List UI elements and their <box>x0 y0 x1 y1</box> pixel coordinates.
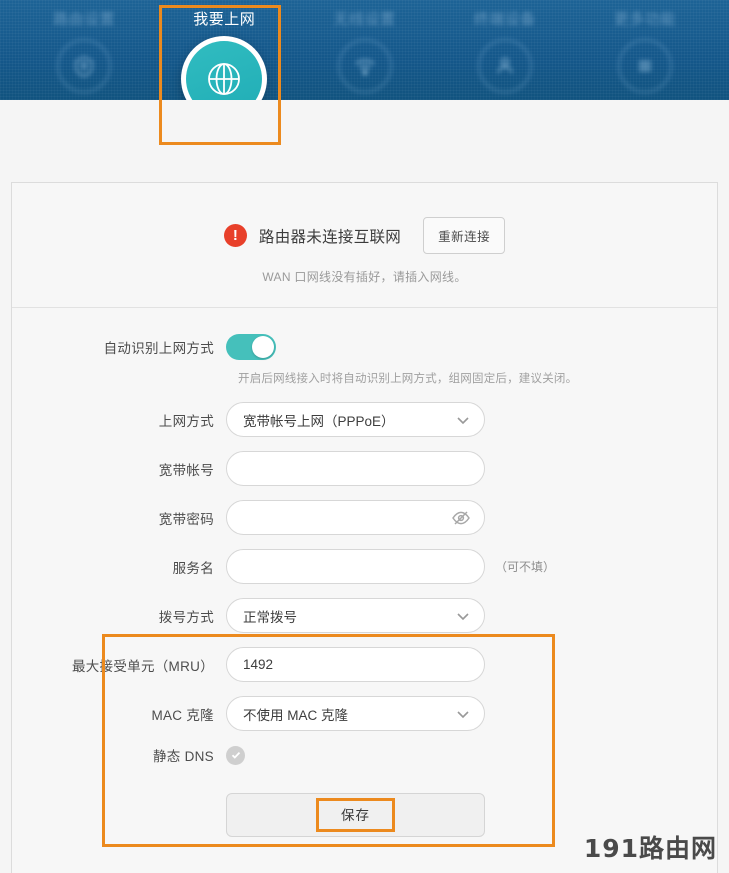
nav-icon-wrap <box>338 39 392 93</box>
service-name-input[interactable] <box>226 549 485 584</box>
nav-item-wireless-settings[interactable]: 无线设置 <box>294 0 434 93</box>
mac-clone-select[interactable]: 不使用 MAC 克隆 <box>226 696 485 731</box>
hint-spacer <box>12 370 238 386</box>
top-navigation-bar: 路由设置 我要上网 <box>0 0 729 100</box>
service-name-label: 服务名 <box>12 557 226 577</box>
chevron-down-icon <box>456 609 470 623</box>
broadband-account-input[interactable] <box>226 451 485 486</box>
mru-label: 最大接受单元（MRU） <box>12 655 226 675</box>
chevron-down-icon <box>456 707 470 721</box>
wan-type-control: 宽带帐号上网（PPPoE） <box>226 402 485 437</box>
save-spacer <box>12 793 226 837</box>
site-watermark: 191路由网 <box>584 829 717 865</box>
chevron-down-icon <box>456 413 470 427</box>
form-row-service-name: 服务名 （可不填） <box>12 549 717 584</box>
save-button[interactable]: 保存 <box>226 793 485 837</box>
nav-item-router-settings[interactable]: 路由设置 <box>14 0 154 93</box>
shield-lock-icon <box>57 39 111 93</box>
mru-control <box>226 647 485 682</box>
auto-detect-hint-row: 开启后网线接入时将自动识别上网方式，组网固定后，建议关闭。 <box>12 370 717 386</box>
mac-clone-label: MAC 克隆 <box>12 704 226 724</box>
eye-off-icon[interactable] <box>451 508 471 528</box>
nav-item-label: 无线设置 <box>334 11 396 29</box>
form-row-dial-mode: 拨号方式 正常拨号 <box>12 598 717 633</box>
wifi-icon <box>338 39 392 93</box>
form-row-wan-type: 上网方式 宽带帐号上网（PPPoE） <box>12 402 717 437</box>
wan-type-select[interactable]: 宽带帐号上网（PPPoE） <box>226 402 485 437</box>
static-dns-label: 静态 DNS <box>12 745 226 765</box>
auto-detect-control <box>226 334 276 360</box>
mru-input[interactable] <box>226 647 485 682</box>
connection-status-subtitle: WAN 口网线没有插好，请插入网线。 <box>12 268 717 285</box>
active-nav-icon-ring <box>181 36 267 100</box>
nav-icon-wrap <box>478 39 532 93</box>
wan-type-label: 上网方式 <box>12 410 226 430</box>
dial-mode-select[interactable]: 正常拨号 <box>226 598 485 633</box>
nav-item-internet-setup[interactable]: 我要上网 <box>154 0 294 29</box>
nav-icon-wrap <box>618 39 672 93</box>
password-control <box>226 500 485 535</box>
account-control <box>226 451 485 486</box>
connection-status-block: ! 路由器未连接互联网 重新连接 WAN 口网线没有插好，请插入网线。 <box>12 183 717 308</box>
form-row-mac-clone: MAC 克隆 不使用 MAC 克隆 <box>12 696 717 731</box>
device-user-icon <box>478 39 532 93</box>
globe-icon <box>186 41 262 100</box>
nav-item-label: 终端设备 <box>474 11 536 29</box>
password-label: 宽带密码 <box>12 508 226 528</box>
auto-detect-hint-text: 开启后网线接入时将自动识别上网方式，组网固定后，建议关闭。 <box>238 370 577 386</box>
form-row-auto-detect: 自动识别上网方式 <box>12 334 717 360</box>
connection-status-text: 路由器未连接互联网 <box>259 225 401 247</box>
nav-item-label: 更多功能 <box>614 11 676 29</box>
wan-type-value: 宽带帐号上网（PPPoE） <box>243 410 395 430</box>
nav-item-label: 路由设置 <box>53 11 115 29</box>
dial-mode-control: 正常拨号 <box>226 598 485 633</box>
nav-item-list: 路由设置 我要上网 <box>0 0 729 100</box>
mac-clone-value: 不使用 MAC 克隆 <box>243 704 348 724</box>
dial-mode-label: 拨号方式 <box>12 606 226 626</box>
broadband-password-input[interactable] <box>226 500 485 535</box>
menu-list-icon <box>618 39 672 93</box>
form-row-account: 宽带帐号 <box>12 451 717 486</box>
auto-detect-toggle[interactable] <box>226 334 276 360</box>
nav-item-more-features[interactable]: 更多功能 <box>575 0 715 93</box>
save-control: 保存 <box>226 793 485 837</box>
exclamation-circle-icon: ! <box>224 224 247 247</box>
connection-status-row: ! 路由器未连接互联网 重新连接 <box>12 217 717 254</box>
toggle-knob <box>252 336 274 358</box>
mac-clone-control: 不使用 MAC 克隆 <box>226 696 485 731</box>
account-label: 宽带帐号 <box>12 459 226 479</box>
save-button-label: 保存 <box>341 808 370 823</box>
service-name-control <box>226 549 485 584</box>
static-dns-control <box>226 746 245 765</box>
reconnect-button[interactable]: 重新连接 <box>423 217 505 254</box>
nav-item-client-devices[interactable]: 终端设备 <box>435 0 575 93</box>
nav-icon-wrap <box>57 39 111 93</box>
dial-mode-value: 正常拨号 <box>243 606 297 626</box>
check-circle-icon[interactable] <box>226 746 245 765</box>
nav-item-label: 我要上网 <box>193 11 255 29</box>
form-row-static-dns: 静态 DNS <box>12 745 717 765</box>
settings-panel: ! 路由器未连接互联网 重新连接 WAN 口网线没有插好，请插入网线。 自动识别… <box>11 182 718 873</box>
form-row-mru: 最大接受单元（MRU） <box>12 647 717 682</box>
highlight-box-save: 保存 <box>316 798 395 832</box>
form-row-password: 宽带密码 <box>12 500 717 535</box>
service-name-suffix: （可不填） <box>495 558 555 575</box>
wan-settings-form: 自动识别上网方式 开启后网线接入时将自动识别上网方式，组网固定后，建议关闭。 上… <box>12 308 717 837</box>
auto-detect-label: 自动识别上网方式 <box>12 337 226 357</box>
router-settings-page: 路由设置 我要上网 <box>0 0 729 873</box>
